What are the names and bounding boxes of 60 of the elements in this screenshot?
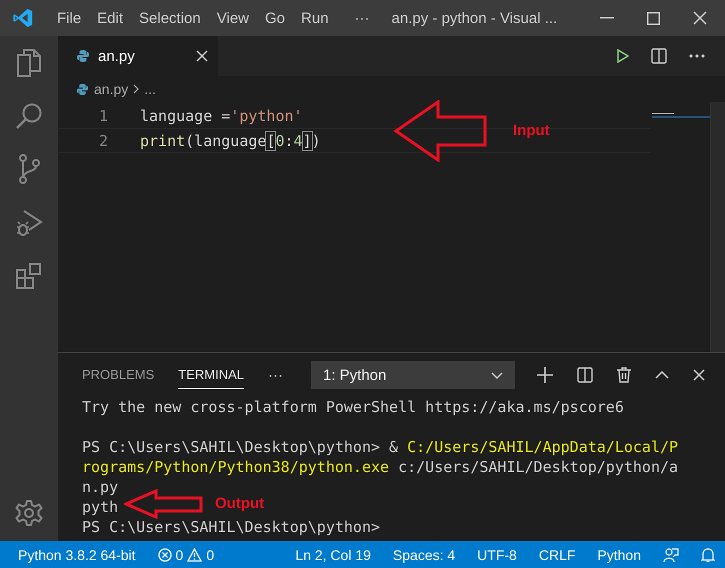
line-number: 2 (98, 132, 109, 150)
minimap-drawing (652, 113, 710, 119)
files-icon[interactable] (15, 48, 43, 78)
code-line: language ='python' (140, 106, 303, 124)
close-icon[interactable] (196, 50, 208, 62)
run-debug-icon[interactable] (15, 208, 43, 238)
scrollbar[interactable] (710, 102, 725, 352)
menu-item[interactable]: Run (293, 10, 337, 26)
encoding-status[interactable]: UTF-8 (477, 546, 517, 562)
terminal-line: PS C:\Users\SAHIL\Desktop\python> (82, 517, 380, 537)
more-menu[interactable]: ··· (268, 366, 283, 384)
close-icon[interactable] (693, 11, 707, 25)
panel-tab[interactable]: PROBLEMS (82, 361, 154, 389)
more-menu[interactable]: ··· (346, 10, 378, 26)
error-icon (158, 548, 172, 562)
line-number: 1 (98, 106, 109, 124)
more-icon[interactable] (689, 54, 705, 58)
terminal-dropdown[interactable]: 1: Python (310, 361, 515, 389)
indentation-status[interactable]: Spaces: 4 (392, 546, 456, 562)
annotation-label: Output (215, 495, 264, 512)
breadcrumb-item[interactable]: an.py (94, 81, 128, 97)
cursor-position[interactable]: Ln 2, Col 19 (295, 546, 371, 562)
settings-icon[interactable] (15, 499, 43, 527)
python-file-icon (76, 49, 90, 63)
minimize-icon[interactable] (600, 17, 614, 19)
annotation-label: Input (513, 122, 550, 139)
menu-item[interactable]: Go (257, 10, 294, 26)
terminal-line: pyth (82, 497, 118, 517)
split-terminal-icon[interactable] (576, 367, 593, 383)
close-icon[interactable] (692, 369, 705, 381)
panel-tab[interactable]: TERMINAL (178, 361, 244, 389)
problems-status[interactable]: 0 0 (158, 546, 214, 562)
language-mode[interactable]: Python (597, 546, 641, 562)
run-icon[interactable] (617, 49, 629, 63)
trash-icon[interactable] (616, 367, 631, 383)
feedback-icon[interactable] (663, 546, 679, 562)
code-line: print(language[0:4]) (140, 132, 321, 150)
breadcrumb-item[interactable]: ... (144, 81, 156, 97)
chevron-right-icon (133, 84, 140, 94)
extensions-icon[interactable] (15, 262, 43, 290)
chevron-up-icon[interactable] (654, 371, 669, 379)
menu-item[interactable]: View (208, 10, 257, 26)
menu-item[interactable]: File (49, 10, 90, 26)
app-logo-icon (12, 7, 34, 29)
split-editor-icon[interactable] (651, 48, 667, 64)
warning-icon (187, 548, 202, 562)
menu-item[interactable]: Selection (131, 10, 209, 26)
window-title: an.py - python - Visual ... (392, 10, 558, 26)
bell-icon[interactable] (701, 546, 715, 562)
line-ending-status[interactable]: CRLF (538, 546, 576, 562)
chevron-down-icon (490, 372, 503, 378)
python-file-icon (76, 82, 89, 96)
terminal-line: Try the new cross-platform PowerShell https://aka.ms/pscore6 (82, 397, 624, 417)
menu-item[interactable]: Edit (89, 10, 132, 26)
search-icon[interactable] (15, 102, 43, 130)
maximize-icon[interactable] (647, 12, 660, 24)
plus-icon[interactable] (536, 367, 553, 383)
editor-tab[interactable]: an.py (58, 36, 218, 76)
source-control-icon[interactable] (17, 154, 41, 184)
interpreter-status[interactable]: Python 3.8.2 64-bit (18, 546, 136, 562)
